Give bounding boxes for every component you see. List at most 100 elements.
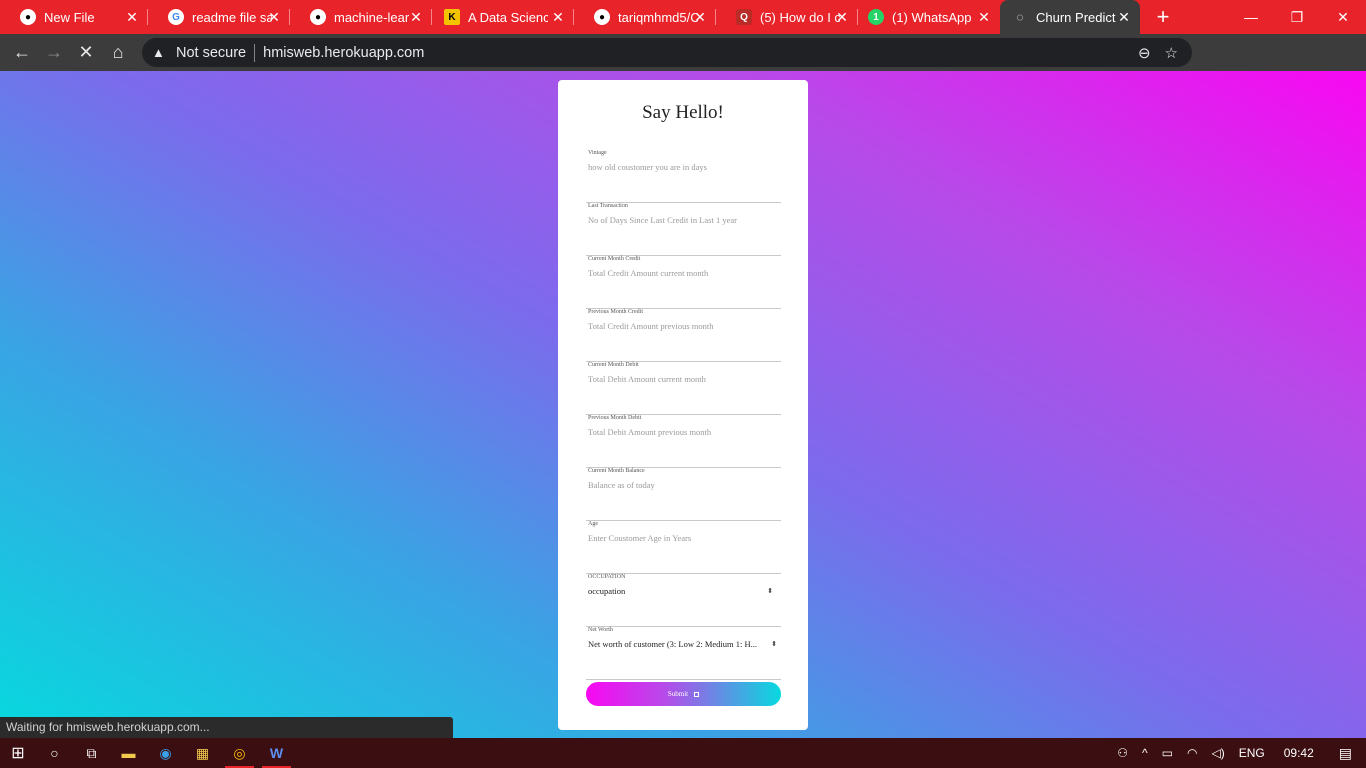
- status-bar: Waiting for hmisweb.herokuapp.com...: [0, 717, 453, 738]
- quora-icon: Q: [736, 9, 752, 25]
- k-icon: K: [444, 9, 460, 25]
- warning-icon[interactable]: ▲: [152, 45, 168, 60]
- zoom-icon[interactable]: ⊖: [1138, 44, 1151, 62]
- browser-toolbar: ← → ✕ ⌂ ▲ Not secure hmisweb.herokuapp.c…: [0, 34, 1366, 98]
- word-icon[interactable]: W: [258, 738, 295, 768]
- close-icon[interactable]: ✕: [124, 9, 140, 25]
- battery-icon[interactable]: ▭: [1162, 746, 1173, 760]
- current-month-balance-input[interactable]: [588, 480, 778, 490]
- tab-whatsapp[interactable]: 1 (1) WhatsApp ✕: [858, 0, 1000, 34]
- tab-machine-learning[interactable]: ● machine-learni ✕: [290, 0, 432, 34]
- field-label: Age: [588, 521, 598, 527]
- close-icon[interactable]: ✕: [1116, 9, 1132, 25]
- field-label: Last Transaction: [588, 203, 628, 209]
- field-label: Vintage: [588, 150, 607, 156]
- tab-strip: ● New File ✕ G readme file sar ✕ ● machi…: [0, 0, 1366, 34]
- url-text[interactable]: hmisweb.herokuapp.com: [263, 45, 424, 61]
- tab-label: New File: [44, 9, 95, 25]
- chrome-icon[interactable]: ◎: [221, 738, 258, 768]
- loading-icon: ◌: [1016, 10, 1024, 24]
- field-label: OCCUPATION: [588, 574, 626, 580]
- current-month-credit-input[interactable]: [588, 268, 778, 278]
- age-field: Age: [586, 521, 781, 574]
- current-month-debit-field: Current Month Debit: [586, 362, 781, 415]
- submit-label: Submit: [667, 690, 689, 698]
- security-status[interactable]: Not secure: [176, 45, 246, 61]
- restore-icon[interactable]: ❐: [1274, 0, 1320, 34]
- tab-new-file[interactable]: ● New File ✕: [0, 0, 148, 34]
- previous-month-credit-input[interactable]: [588, 321, 778, 331]
- back-icon[interactable]: ←: [6, 37, 38, 69]
- field-label: Previous Month Debit: [588, 415, 642, 421]
- edge-icon[interactable]: ◉: [147, 738, 184, 768]
- windows-start-icon[interactable]: ⊞: [0, 738, 36, 768]
- vintage-input[interactable]: [588, 162, 778, 172]
- tab-data-science[interactable]: K A Data Science ✕: [432, 0, 574, 34]
- net-worth-select[interactable]: Net worth of customer (3: Low 2: Medium …: [588, 639, 768, 649]
- language-indicator[interactable]: ENG: [1239, 746, 1265, 760]
- bookmark-star-icon[interactable]: ☆: [1165, 44, 1178, 62]
- volume-icon[interactable]: ◁): [1211, 746, 1224, 760]
- field-label: Current Month Credit: [588, 256, 641, 262]
- field-label: Current Month Balance: [588, 468, 645, 474]
- last-transaction-field: Last Transaction: [586, 203, 781, 256]
- close-icon[interactable]: ✕: [266, 9, 282, 25]
- address-bar[interactable]: ▲ Not secure hmisweb.herokuapp.com ⊖ ☆: [142, 38, 1192, 67]
- tab-label: Churn Predicti: [1036, 9, 1116, 25]
- previous-month-credit-field: Previous Month Credit: [586, 309, 781, 362]
- whatsapp-icon: 1: [868, 9, 884, 25]
- github-icon: ●: [594, 9, 610, 25]
- forward-icon[interactable]: →: [38, 37, 70, 69]
- age-input[interactable]: [588, 533, 778, 543]
- close-icon[interactable]: ✕: [976, 9, 992, 25]
- tab-churn-prediction[interactable]: ◌ Churn Predicti ✕: [1000, 0, 1140, 34]
- current-month-credit-field: Current Month Credit: [586, 256, 781, 309]
- previous-month-debit-field: Previous Month Debit: [586, 415, 781, 468]
- tab-label: readme file sar: [192, 9, 272, 25]
- wifi-icon[interactable]: ◠: [1187, 746, 1197, 760]
- tab-label: tariqmhmd5/C: [618, 9, 698, 25]
- square-icon: [694, 691, 700, 697]
- tab-label: machine-learni: [334, 9, 410, 25]
- stop-loading-icon[interactable]: ✕: [70, 37, 102, 69]
- tab-readme[interactable]: G readme file sar ✕: [148, 0, 290, 34]
- close-icon[interactable]: ✕: [408, 9, 424, 25]
- tab-quora[interactable]: Q (5) How do I cr ✕: [716, 0, 858, 34]
- clock[interactable]: 09:42: [1284, 746, 1314, 760]
- home-icon[interactable]: ⌂: [102, 37, 134, 69]
- task-view-icon[interactable]: ⧉: [73, 738, 110, 768]
- current-month-balance-field: Current Month Balance: [586, 468, 781, 521]
- close-icon[interactable]: ✕: [692, 9, 708, 25]
- github-icon: ●: [310, 9, 326, 25]
- form-card: Say Hello! Vintage Last Transaction Curr…: [558, 80, 808, 730]
- field-label: Current Month Debit: [588, 362, 639, 368]
- select-arrow-icon[interactable]: ⬍: [767, 587, 773, 595]
- search-icon[interactable]: ○: [36, 738, 73, 768]
- tab-tariqmhmd5[interactable]: ● tariqmhmd5/C ✕: [574, 0, 716, 34]
- close-icon[interactable]: ✕: [550, 9, 566, 25]
- window-close-icon[interactable]: ✕: [1320, 0, 1366, 34]
- github-icon: ●: [20, 9, 36, 25]
- page-background: Say Hello! Vintage Last Transaction Curr…: [0, 71, 1366, 738]
- google-icon: G: [168, 9, 184, 25]
- file-explorer-icon[interactable]: ▬: [110, 738, 147, 768]
- occupation-field: OCCUPATION occupation ⬍: [586, 574, 781, 627]
- notification-icon[interactable]: ▤: [1339, 745, 1352, 762]
- occupation-select[interactable]: occupation: [588, 586, 778, 596]
- field-label: Previous Month Credit: [588, 309, 643, 315]
- vintage-field: Vintage: [586, 150, 781, 203]
- people-icon[interactable]: ⚇: [1117, 746, 1128, 760]
- select-arrow-icon[interactable]: ⬍: [771, 640, 777, 648]
- new-tab-button[interactable]: +: [1146, 0, 1180, 34]
- current-month-debit-input[interactable]: [588, 374, 778, 384]
- chevron-up-icon[interactable]: ^: [1142, 746, 1148, 760]
- submit-button[interactable]: Submit: [586, 682, 781, 706]
- close-icon[interactable]: ✕: [834, 9, 850, 25]
- store-icon[interactable]: ▦: [184, 738, 221, 768]
- previous-month-debit-input[interactable]: [588, 427, 778, 437]
- net-worth-field: Net Worth Net worth of customer (3: Low …: [586, 627, 781, 680]
- minimize-icon[interactable]: —: [1228, 0, 1274, 34]
- last-transaction-input[interactable]: [588, 215, 778, 225]
- tab-label: (1) WhatsApp: [892, 9, 972, 25]
- system-tray: ⚇ ^ ▭ ◠ ◁) ENG 09:42 ▤: [1110, 738, 1366, 768]
